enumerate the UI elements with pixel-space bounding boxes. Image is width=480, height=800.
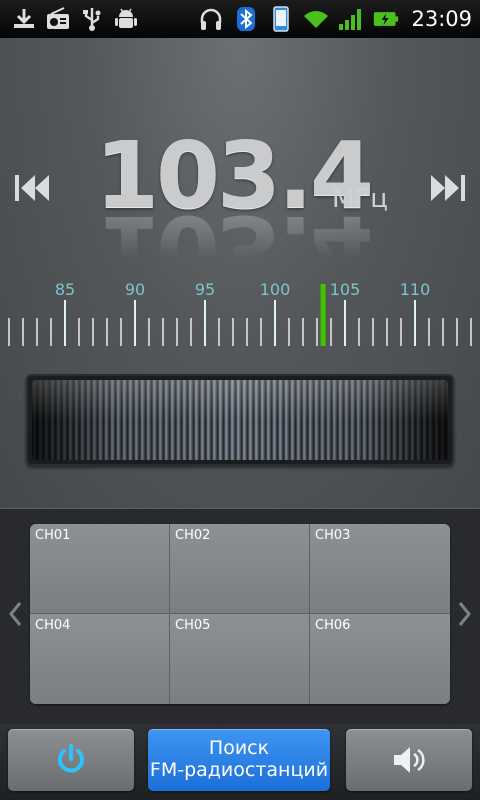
tuner-panel: 103.4 103.4 МГц 85 90 95 100 105 110 <box>0 38 480 508</box>
channel-preset-2[interactable]: CH02 <box>170 524 310 614</box>
download-icon <box>10 5 38 33</box>
status-bar: 23:09 <box>0 0 480 38</box>
scale-label: 85 <box>55 280 75 299</box>
battery-charging-icon <box>372 5 400 33</box>
power-button[interactable] <box>8 729 134 791</box>
skip-forward-icon <box>431 175 465 201</box>
android-debug-icon <box>112 5 140 33</box>
clock: 23:09 <box>411 7 472 31</box>
scale-label: 95 <box>195 280 215 299</box>
radio-icon <box>44 5 72 33</box>
scale-label: 105 <box>330 280 361 299</box>
phone-sync-icon <box>267 5 295 33</box>
channel-preset-3[interactable]: CH03 <box>310 524 450 614</box>
signal-icon <box>337 5 365 33</box>
tuning-knob[interactable] <box>26 374 454 466</box>
scale-label: 90 <box>125 280 145 299</box>
speaker-button[interactable] <box>346 729 472 791</box>
channel-preset-4[interactable]: CH04 <box>30 614 170 704</box>
scale-label: 100 <box>260 280 291 299</box>
frequency-value: 103.4 <box>95 122 374 229</box>
wifi-icon <box>302 5 330 33</box>
channel-preset-6[interactable]: CH06 <box>310 614 450 704</box>
seek-previous-button[interactable] <box>10 168 54 208</box>
scale-label: 110 <box>400 280 431 299</box>
scan-stations-label-line1: Поиск <box>208 737 270 760</box>
seek-next-button[interactable] <box>426 168 470 208</box>
scan-stations-button[interactable]: Поиск FM-радиостанций <box>148 729 330 791</box>
channels-previous-page-button[interactable] <box>5 596 25 632</box>
chevron-right-icon <box>458 602 471 626</box>
usb-icon <box>78 5 106 33</box>
scan-stations-label-line2: FM-радиостанций <box>149 759 329 781</box>
frequency-unit: МГц <box>332 184 388 214</box>
headphones-icon <box>197 5 225 33</box>
channel-preset-1[interactable]: CH01 <box>30 524 170 614</box>
chevron-left-icon <box>9 602 22 626</box>
bluetooth-icon <box>232 5 260 33</box>
frequency-display: 103.4 103.4 МГц <box>95 130 395 300</box>
power-icon <box>58 744 84 773</box>
tuning-needle <box>320 284 326 346</box>
channel-grid: CH01 CH02 CH03 CH04 CH05 CH06 <box>30 524 450 704</box>
channel-preset-5[interactable]: CH05 <box>170 614 310 704</box>
skip-back-icon <box>15 175 49 201</box>
bottom-toolbar: Поиск FM-радиостанций <box>0 724 480 800</box>
knob-highlight <box>32 380 448 420</box>
channels-next-page-button[interactable] <box>455 596 475 632</box>
frequency-scale[interactable]: 85 90 95 100 105 110 <box>0 278 480 350</box>
speaker-icon <box>394 747 425 773</box>
